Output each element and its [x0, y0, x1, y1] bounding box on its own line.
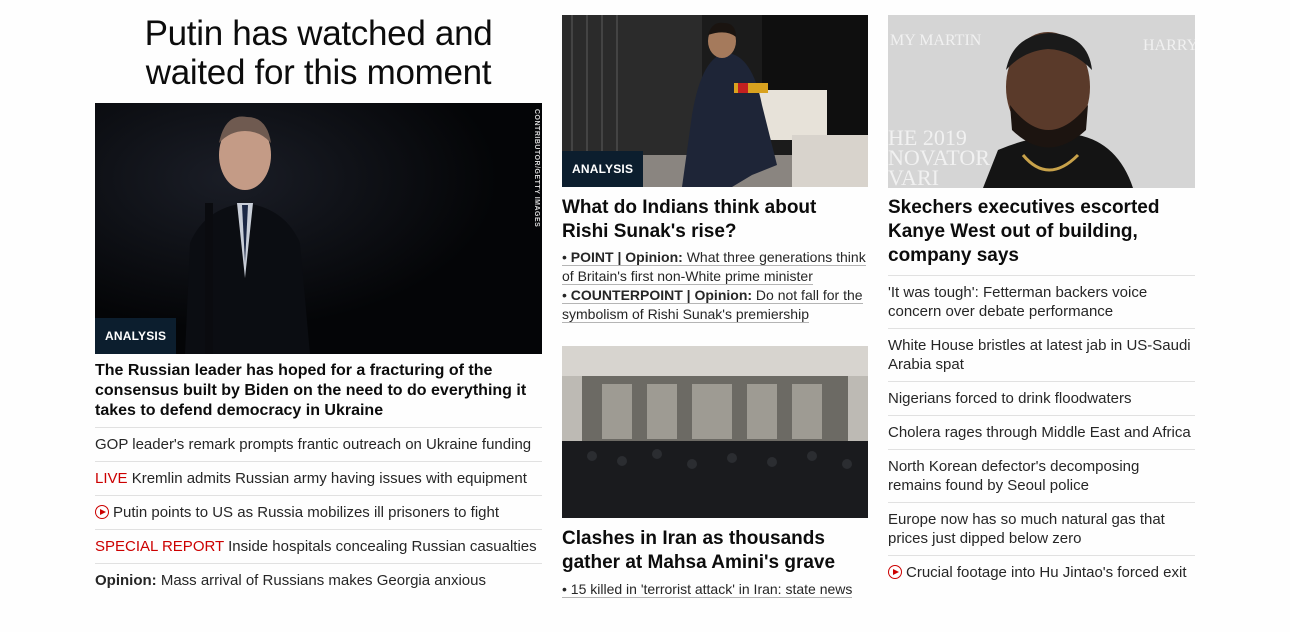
list-item[interactable]: Europe now has so much natural gas that …	[888, 502, 1195, 555]
list-item-text: Inside hospitals concealing Russian casu…	[228, 538, 537, 555]
list-item[interactable]: LIVE Kremlin admits Russian army having …	[95, 461, 542, 495]
iran-story-headline[interactable]: Clashes in Iran as thousands gather at M…	[562, 527, 868, 575]
list-item[interactable]: North Korean defector's decomposing rema…	[888, 449, 1195, 502]
list-item[interactable]: Cholera rages through Middle East and Af…	[888, 415, 1195, 449]
list-item[interactable]: Crucial footage into Hu Jintao's forced …	[888, 555, 1195, 589]
list-item-text: Kremlin admits Russian army having issue…	[131, 470, 527, 487]
lead-story-title[interactable]: Putin has watched and waited for this mo…	[95, 14, 542, 92]
kanye-photo[interactable]: MY MARTIN HARRY HE 2019 NOVATOR VARI	[888, 15, 1195, 188]
list-item-text: Nigerians forced to drink floodwaters	[888, 390, 1132, 407]
list-item[interactable]: Putin points to US as Russia mobilizes i…	[95, 495, 542, 529]
special-report-label: SPECIAL REPORT	[95, 538, 224, 555]
right-headlines-list: 'It was tough': Fetterman backers voice …	[888, 275, 1195, 589]
list-item[interactable]: GOP leader's remark prompts frantic outr…	[95, 428, 542, 461]
list-item-text: 'It was tough': Fetterman backers voice …	[888, 284, 1148, 320]
counterpoint-label: COUNTERPOINT | Opinion:	[570, 287, 753, 303]
list-item[interactable]: Nigerians forced to drink floodwaters	[888, 381, 1195, 415]
lead-related-list: GOP leader's remark prompts frantic outr…	[95, 427, 542, 597]
play-icon	[888, 565, 902, 579]
list-item-text: Putin points to US as Russia mobilizes i…	[113, 504, 500, 521]
svg-text:VARI: VARI	[888, 165, 939, 188]
kanye-photo-art: MY MARTIN HARRY HE 2019 NOVATOR VARI	[888, 15, 1195, 188]
svg-text:HARRY: HARRY	[1143, 37, 1195, 54]
opinion-label: Opinion:	[95, 572, 157, 589]
list-item[interactable]: SPECIAL REPORT Inside hospitals conceali…	[95, 529, 542, 563]
iran-related-link[interactable]: • 15 killed in 'terrorist attack' in Ira…	[562, 581, 853, 598]
point-opinion-link[interactable]: • POINT | Opinion: What three generation…	[562, 249, 866, 285]
list-item-text: White House bristles at latest jab in US…	[888, 337, 1191, 373]
list-item-text: Europe now has so much natural gas that …	[888, 511, 1165, 547]
photo-credit: CONTRIBUTOR/GETTY IMAGES	[533, 109, 540, 228]
kanye-story-headline[interactable]: Skechers executives escorted Kanye West …	[888, 196, 1195, 268]
svg-text:MY MARTIN: MY MARTIN	[890, 32, 982, 49]
sunak-related-bullets: • POINT | Opinion: What three generation…	[562, 248, 868, 324]
iran-photo-art	[562, 346, 868, 518]
analysis-badge: ANALYSIS	[562, 151, 644, 187]
list-item[interactable]: White House bristles at latest jab in US…	[888, 328, 1195, 381]
list-item[interactable]: Opinion: Mass arrival of Russians makes …	[95, 563, 542, 597]
point-label: POINT | Opinion:	[570, 249, 683, 265]
iran-photo[interactable]	[562, 346, 868, 518]
iran-related-bullets: • 15 killed in 'terrorist attack' in Ira…	[562, 580, 868, 599]
list-item-text: Mass arrival of Russians makes Georgia a…	[160, 572, 486, 589]
live-label: LIVE	[95, 470, 128, 487]
sunak-story-headline[interactable]: What do Indians think about Rishi Sunak'…	[562, 196, 868, 244]
list-item-text: GOP leader's remark prompts frantic outr…	[95, 436, 532, 453]
counterpoint-opinion-link[interactable]: • COUNTERPOINT | Opinion: Do not fall fo…	[562, 287, 863, 323]
sunak-photo[interactable]: ANALYSIS	[562, 15, 868, 187]
putin-photo-art	[95, 103, 542, 354]
iran-related-text: 15 killed in 'terrorist attack' in Iran:…	[570, 581, 853, 597]
list-item-text: Cholera rages through Middle East and Af…	[888, 424, 1191, 441]
analysis-badge: ANALYSIS	[95, 318, 177, 354]
putin-photo[interactable]: CONTRIBUTOR/GETTY IMAGES ANALYSIS	[95, 103, 542, 354]
lead-story-headline[interactable]: The Russian leader has hoped for a fract…	[95, 361, 542, 421]
list-item-text: Crucial footage into Hu Jintao's forced …	[906, 564, 1187, 581]
list-item-text: North Korean defector's decomposing rema…	[888, 458, 1140, 494]
list-item[interactable]: 'It was tough': Fetterman backers voice …	[888, 276, 1195, 328]
play-icon	[95, 505, 109, 519]
